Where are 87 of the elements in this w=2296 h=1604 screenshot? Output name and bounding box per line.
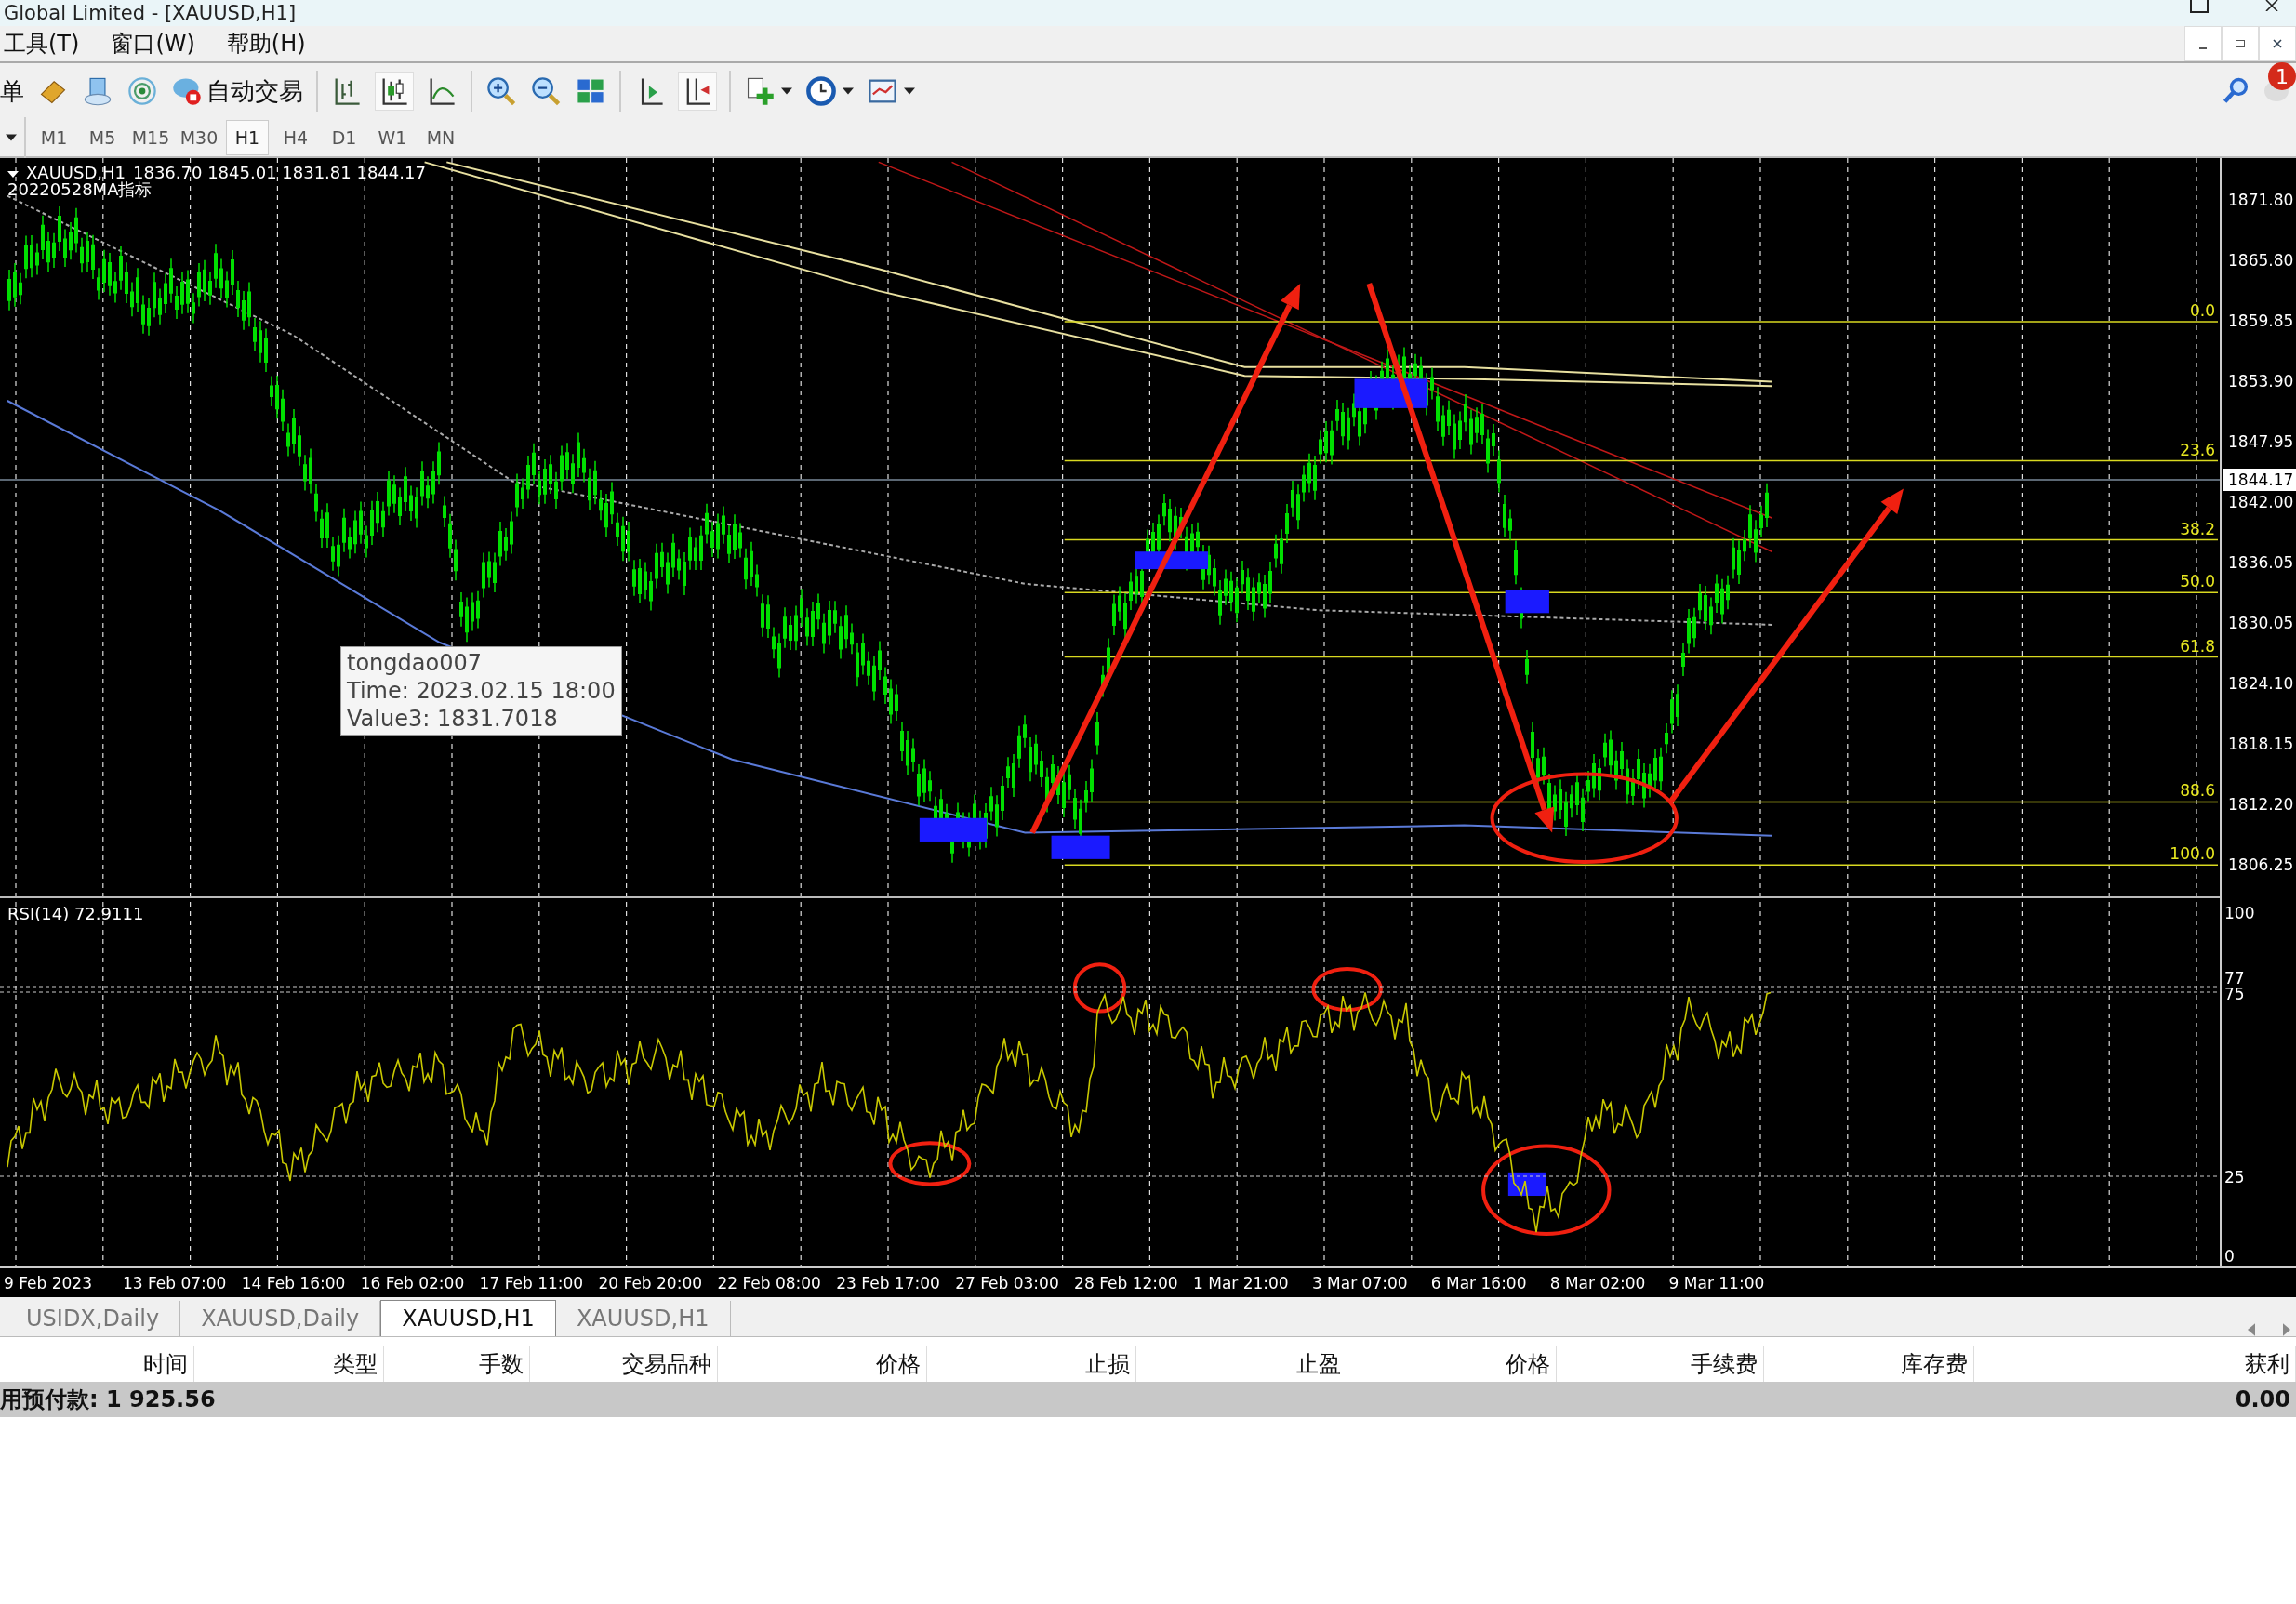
- timeframe-button[interactable]: M30: [179, 121, 219, 154]
- price-axis-label: 1836.05: [2228, 553, 2294, 572]
- fibonacci-level-label: 88.6: [2180, 781, 2215, 801]
- chart-tab[interactable]: XAUUSD,H1: [380, 1300, 556, 1336]
- fibonacci-level-label: 0.0: [2189, 301, 2215, 320]
- candlestick-icon[interactable]: [376, 73, 413, 110]
- current-price-label: 1844.17: [2223, 469, 2296, 491]
- fibonacci-level-label: 23.6: [2180, 440, 2215, 459]
- price-axis-label: 1824.10: [2228, 674, 2294, 693]
- indicator-name: 20220528MA指标: [7, 179, 153, 199]
- restore-icon[interactable]: [2222, 26, 2259, 61]
- time-axis-label: 9 Feb 2023: [4, 1274, 92, 1292]
- caret-icon[interactable]: [6, 134, 17, 141]
- close-icon[interactable]: [2264, 0, 2279, 11]
- time-axis-label: 20 Feb 20:00: [598, 1274, 703, 1292]
- price-axis-label: 1859.85: [2228, 312, 2294, 330]
- collapse-triangle-icon[interactable]: [7, 171, 19, 178]
- autoscroll-icon[interactable]: [679, 73, 716, 110]
- caret-icon[interactable]: [781, 87, 792, 95]
- time-axis-label: 27 Feb 03:00: [955, 1274, 1059, 1292]
- timeframe-button[interactable]: H4: [275, 121, 316, 154]
- fibonacci-level-label: 61.8: [2180, 636, 2215, 656]
- time-axis-label: 14 Feb 16:00: [241, 1274, 346, 1292]
- timeframe-button[interactable]: H1: [227, 121, 268, 154]
- notification-badge: 1: [2268, 62, 2296, 90]
- time-axis-label: 3 Mar 07:00: [1311, 1274, 1408, 1292]
- menu-item[interactable]: 窗口(W): [111, 29, 216, 59]
- time-axis-label: 6 Mar 16:00: [1430, 1274, 1527, 1292]
- cloud-stop-icon: [171, 75, 203, 107]
- time-axis-label: 22 Feb 08:00: [717, 1274, 821, 1292]
- zoom-in-icon[interactable]: [485, 75, 517, 107]
- price-axis-label: 1842.00: [2228, 493, 2294, 511]
- rsi-axis-label: 77: [2224, 969, 2245, 988]
- time-axis-label: 16 Feb 02:00: [360, 1274, 465, 1292]
- menu-item[interactable]: 工具(T): [4, 29, 100, 59]
- time-axis-label: 13 Feb 07:00: [122, 1274, 227, 1292]
- tooltip-line: tongdao007: [347, 649, 483, 677]
- time-axis-label: 9 Mar 11:00: [1668, 1274, 1765, 1292]
- fibonacci-level-label: 38.2: [2180, 519, 2215, 538]
- profit-value: 0.00: [2235, 1386, 2290, 1412]
- price-axis-label: 1818.15: [2228, 735, 2294, 753]
- chart-symbol: XAUUSD,H1: [26, 163, 126, 182]
- timeframe-button[interactable]: M15: [130, 121, 171, 154]
- window-title: Global Limited - [XAUUSD,H1]: [3, 1, 297, 26]
- rsi-axis-label: 25: [2224, 1168, 2245, 1186]
- timeframe-button[interactable]: MN: [420, 121, 461, 154]
- maximize-icon[interactable]: [2190, 0, 2209, 13]
- rsi-label: RSI(14) 72.9111: [7, 904, 144, 923]
- price-axis-label: 1812.20: [2228, 795, 2294, 814]
- time-axis-label: 23 Feb 17:00: [836, 1274, 940, 1292]
- price-axis-label: 1871.80: [2228, 191, 2294, 209]
- clock-icon[interactable]: [805, 75, 837, 107]
- timeframe-button[interactable]: W1: [372, 121, 413, 154]
- chart-tab[interactable]: USIDX,Daily: [6, 1301, 181, 1336]
- auto-trading-button[interactable]: 自动交易: [171, 74, 303, 108]
- timeframe-button[interactable]: M1: [33, 121, 74, 154]
- timeframe-button[interactable]: D1: [324, 121, 365, 154]
- price-axis-label: 1865.80: [2228, 251, 2294, 270]
- time-axis-label: 28 Feb 12:00: [1074, 1274, 1178, 1292]
- timeframe-button[interactable]: M5: [82, 121, 123, 154]
- time-axis-label: 17 Feb 11:00: [479, 1274, 584, 1292]
- ohlc-values: 1836.70 1845.01 1831.81 1844.17: [133, 163, 426, 182]
- fibonacci-level-label: 50.0: [2180, 572, 2215, 591]
- margin-label: 用预付款: 1 925.56: [0, 1385, 216, 1414]
- cloud-document-icon[interactable]: [82, 75, 113, 107]
- price-axis-label: 1853.90: [2228, 372, 2294, 391]
- price-axis-label: 1830.05: [2228, 614, 2294, 632]
- time-axis-label: 1 Mar 21:00: [1193, 1274, 1289, 1292]
- scroll-left-icon[interactable]: [2248, 1323, 2255, 1336]
- scroll-right-icon[interactable]: [2283, 1323, 2290, 1336]
- zoom-out-icon[interactable]: [530, 75, 562, 107]
- price-axis-label: 1806.25: [2228, 855, 2294, 874]
- time-axis-label: 8 Mar 02:00: [1549, 1274, 1646, 1292]
- rsi-axis-label: 75: [2224, 985, 2245, 1003]
- rsi-axis-label: 0: [2224, 1247, 2235, 1266]
- order-button[interactable]: 单: [0, 74, 24, 108]
- chart-tab[interactable]: XAUUSD,H1: [555, 1301, 731, 1336]
- annotation-ellipse: [1072, 962, 1127, 1014]
- caret-icon[interactable]: [843, 87, 854, 95]
- tooltip-line: Time: 2023.02.15 18:00: [347, 677, 616, 705]
- price-axis-label: 1847.95: [2228, 432, 2294, 451]
- tooltip-line: Value3: 1831.7018: [347, 705, 559, 733]
- menu-item[interactable]: 帮助(H): [226, 29, 326, 59]
- fibonacci-level-label: 100.0: [2170, 844, 2215, 864]
- rsi-axis-label: 100: [2224, 904, 2255, 922]
- highlight-box: [1505, 590, 1549, 614]
- caret-icon[interactable]: [904, 87, 915, 95]
